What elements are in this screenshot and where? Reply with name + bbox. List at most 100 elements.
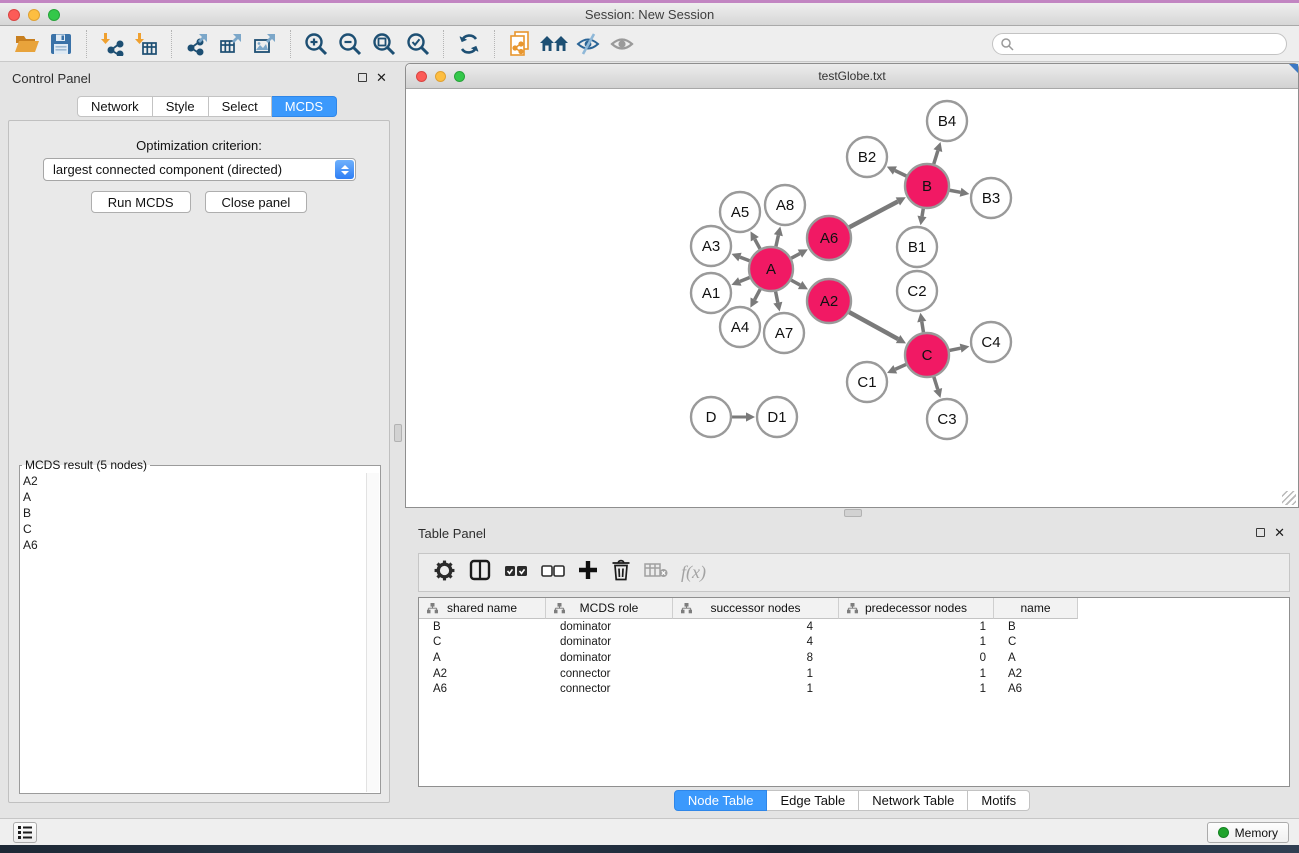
graph-edge-A-A3[interactable] xyxy=(740,257,750,261)
close-table-panel-icon[interactable]: ✕ xyxy=(1274,528,1285,537)
mcds-result-item[interactable]: A2 xyxy=(23,473,380,489)
run-mcds-button[interactable]: Run MCDS xyxy=(91,191,191,213)
tab-style[interactable]: Style xyxy=(153,96,209,117)
mcds-result-item[interactable]: C xyxy=(23,521,380,537)
resize-grip-icon[interactable] xyxy=(1282,491,1296,505)
import-network-icon[interactable] xyxy=(95,29,129,59)
table-cell[interactable]: 0 xyxy=(839,652,994,664)
graph-edge-C-C3[interactable] xyxy=(934,377,938,389)
table-row[interactable]: A2connector11A2 xyxy=(419,666,1289,682)
graph-edge-B-B2[interactable] xyxy=(895,170,906,176)
table-cell[interactable]: dominator xyxy=(546,652,673,664)
table-row[interactable]: Cdominator41C xyxy=(419,635,1289,651)
graph-edge-A-A8[interactable] xyxy=(776,235,778,246)
save-session-icon[interactable] xyxy=(44,29,78,59)
hide-selected-icon[interactable] xyxy=(571,29,605,59)
tab-node-table[interactable]: Node Table xyxy=(674,790,768,811)
table-cell[interactable]: A xyxy=(994,652,1078,664)
table-cell[interactable]: 4 xyxy=(673,636,839,648)
mcds-result-list[interactable]: A2ABCA6 xyxy=(20,472,380,553)
graph-edge-B-B4[interactable] xyxy=(934,151,938,164)
deselect-all-icon[interactable] xyxy=(541,564,565,582)
tab-select[interactable]: Select xyxy=(209,96,272,117)
table-cell[interactable]: A6 xyxy=(994,683,1078,695)
table-cell[interactable]: A2 xyxy=(994,668,1078,680)
table-cell[interactable]: C xyxy=(994,636,1078,648)
column-header-successor-nodes[interactable]: successor nodes xyxy=(673,598,839,619)
table-cell[interactable]: 1 xyxy=(673,683,839,695)
new-network-from-selection-icon[interactable] xyxy=(503,29,537,59)
vertical-splitter-handle[interactable] xyxy=(394,424,402,442)
graph-edge-A2-C[interactable] xyxy=(849,312,898,339)
tab-edge-table[interactable]: Edge Table xyxy=(767,790,859,811)
select-all-icon[interactable] xyxy=(504,564,528,582)
graph-edge-A-A6[interactable] xyxy=(791,254,800,259)
table-cell[interactable]: dominator xyxy=(546,636,673,648)
mcds-result-item[interactable]: A6 xyxy=(23,537,380,553)
close-panel-button[interactable]: Close panel xyxy=(205,191,308,213)
column-header-shared-name[interactable]: shared name xyxy=(419,598,546,619)
table-cell[interactable]: A6 xyxy=(419,683,546,695)
node-table[interactable]: shared nameMCDS rolesuccessor nodesprede… xyxy=(418,597,1290,787)
table-row[interactable]: A6connector11A6 xyxy=(419,681,1289,697)
table-row[interactable]: Bdominator41B xyxy=(419,619,1289,635)
mcds-result-scrollbar[interactable] xyxy=(366,473,379,792)
table-cell[interactable]: 1 xyxy=(839,636,994,648)
table-cell[interactable]: 4 xyxy=(673,621,839,633)
float-table-panel-icon[interactable] xyxy=(1256,528,1265,537)
column-header-name[interactable]: name xyxy=(994,598,1078,619)
table-cell[interactable]: C xyxy=(419,636,546,648)
tab-network[interactable]: Network xyxy=(77,96,153,117)
graph-edge-C-C4[interactable] xyxy=(950,348,961,350)
table-cell[interactable]: B xyxy=(994,621,1078,633)
zoom-selected-icon[interactable] xyxy=(401,29,435,59)
search-input[interactable] xyxy=(1014,35,1286,53)
graph-edge-A6-B[interactable] xyxy=(849,201,898,227)
mcds-result-item[interactable]: B xyxy=(23,505,380,521)
tab-network-table[interactable]: Network Table xyxy=(859,790,968,811)
close-panel-icon[interactable]: ✕ xyxy=(376,73,387,82)
open-session-icon[interactable] xyxy=(10,29,44,59)
apply-layout-icon[interactable] xyxy=(452,29,486,59)
table-row[interactable]: Adominator80A xyxy=(419,650,1289,666)
show-columns-icon[interactable] xyxy=(469,559,491,586)
table-cell[interactable]: dominator xyxy=(546,621,673,633)
table-cell[interactable]: B xyxy=(419,621,546,633)
zoom-fit-icon[interactable] xyxy=(367,29,401,59)
column-header-predecessor-nodes[interactable]: predecessor nodes xyxy=(839,598,994,619)
add-column-icon[interactable] xyxy=(578,560,598,585)
graph-edge-B-B3[interactable] xyxy=(950,190,961,192)
graph-edge-B-B1[interactable] xyxy=(922,209,923,217)
table-cell[interactable]: 8 xyxy=(673,652,839,664)
table-cell[interactable]: connector xyxy=(546,683,673,695)
memory-button[interactable]: Memory xyxy=(1207,822,1289,843)
table-cell[interactable]: connector xyxy=(546,668,673,680)
graph-edge-C-C2[interactable] xyxy=(922,322,924,333)
export-network-icon[interactable] xyxy=(180,29,214,59)
zoom-out-icon[interactable] xyxy=(333,29,367,59)
column-header-mcds-role[interactable]: MCDS role xyxy=(546,598,673,619)
export-image-icon[interactable] xyxy=(248,29,282,59)
mcds-result-item[interactable]: A xyxy=(23,489,380,505)
zoom-in-icon[interactable] xyxy=(299,29,333,59)
graph-edge-A-A7[interactable] xyxy=(776,292,778,303)
float-panel-icon[interactable] xyxy=(358,73,367,82)
table-cell[interactable]: 1 xyxy=(839,621,994,633)
network-graph-canvas[interactable]: B4B2BB3A8A5A6A3B1AC2A1A2A4A7C4CC1C3DD1 xyxy=(406,89,1298,507)
graph-edge-A-A5[interactable] xyxy=(755,239,760,249)
gear-icon[interactable] xyxy=(433,559,456,587)
graph-edge-C-C1[interactable] xyxy=(895,364,906,369)
table-cell[interactable]: 1 xyxy=(839,668,994,680)
graph-edge-A-A4[interactable] xyxy=(755,289,761,299)
delete-column-icon[interactable] xyxy=(611,559,631,586)
import-table-icon[interactable] xyxy=(129,29,163,59)
tab-mcds[interactable]: MCDS xyxy=(272,96,337,117)
first-neighbors-icon[interactable] xyxy=(537,29,571,59)
horizontal-splitter-handle[interactable] xyxy=(844,509,862,517)
show-task-history-button[interactable] xyxy=(13,822,37,843)
criterion-select[interactable]: largest connected component (directed) xyxy=(43,158,356,181)
graph-edge-A-A1[interactable] xyxy=(740,278,750,282)
export-table-icon[interactable] xyxy=(214,29,248,59)
table-cell[interactable]: A2 xyxy=(419,668,546,680)
graph-edge-A-A2[interactable] xyxy=(791,280,800,285)
